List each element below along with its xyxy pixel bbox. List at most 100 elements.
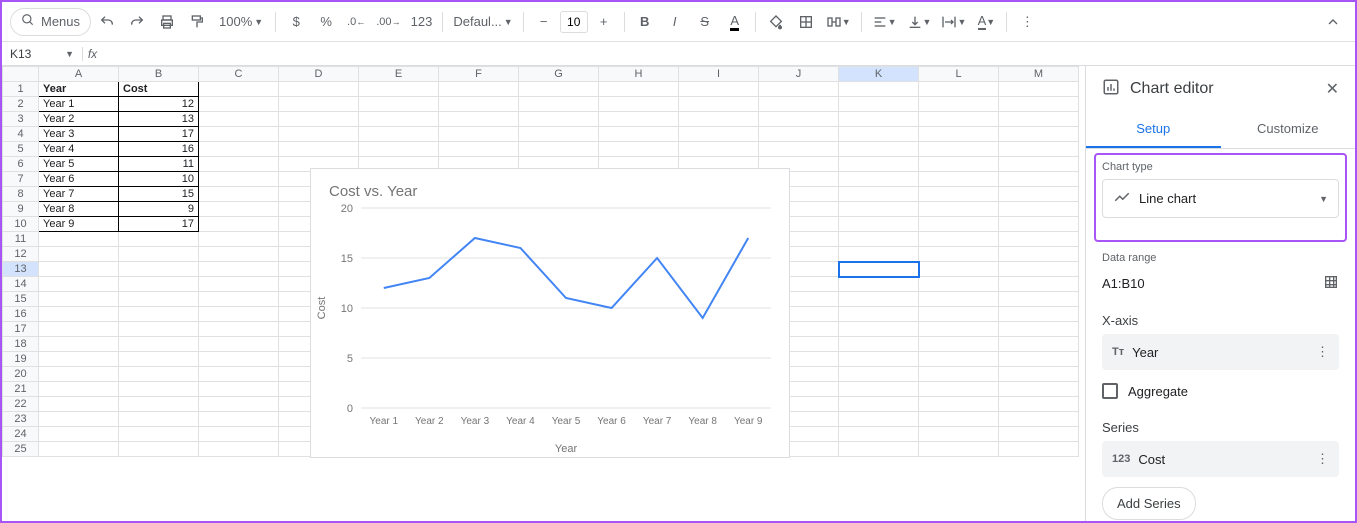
name-box[interactable]: K13▼ [2, 47, 82, 61]
menus-button[interactable]: Menus [10, 8, 91, 36]
col-header[interactable]: D [279, 67, 359, 82]
cell[interactable] [999, 412, 1079, 427]
cell[interactable] [919, 262, 999, 277]
cell[interactable] [919, 427, 999, 442]
cell[interactable] [199, 157, 279, 172]
cell[interactable] [199, 232, 279, 247]
more-formats-button[interactable]: 123 [407, 8, 437, 36]
cell[interactable] [839, 127, 919, 142]
text-color-button[interactable]: A [721, 8, 749, 36]
cell[interactable] [759, 112, 839, 127]
wrap-button[interactable]: ▼ [937, 8, 970, 36]
cell[interactable] [999, 397, 1079, 412]
cell[interactable] [839, 112, 919, 127]
cell[interactable] [39, 337, 119, 352]
aggregate-checkbox[interactable] [1102, 383, 1118, 399]
cell[interactable] [919, 157, 999, 172]
cell[interactable] [999, 127, 1079, 142]
cell[interactable]: 9 [119, 202, 199, 217]
col-header[interactable]: I [679, 67, 759, 82]
cell[interactable] [999, 187, 1079, 202]
percent-button[interactable]: % [312, 8, 340, 36]
row-header[interactable]: 15 [3, 292, 39, 307]
cell[interactable] [999, 307, 1079, 322]
row-header[interactable]: 4 [3, 127, 39, 142]
paint-format-button[interactable] [183, 8, 211, 36]
cell[interactable] [39, 397, 119, 412]
col-header[interactable]: A [39, 67, 119, 82]
cell[interactable] [839, 427, 919, 442]
cell[interactable] [359, 82, 439, 97]
cell[interactable] [839, 142, 919, 157]
row-header[interactable]: 2 [3, 97, 39, 112]
cell[interactable] [519, 112, 599, 127]
cell[interactable] [919, 172, 999, 187]
cell[interactable]: 17 [119, 127, 199, 142]
cell[interactable] [919, 232, 999, 247]
cell[interactable] [199, 292, 279, 307]
cell[interactable] [919, 217, 999, 232]
cell[interactable] [919, 247, 999, 262]
cell[interactable] [999, 262, 1079, 277]
cell[interactable] [519, 82, 599, 97]
cell[interactable] [919, 352, 999, 367]
cell[interactable] [119, 277, 199, 292]
cell[interactable] [119, 442, 199, 457]
col-header[interactable]: B [119, 67, 199, 82]
cell[interactable] [839, 187, 919, 202]
xaxis-more-icon[interactable]: ⋮ [1316, 344, 1329, 360]
select-range-button[interactable] [1323, 274, 1339, 293]
row-header[interactable]: 16 [3, 307, 39, 322]
cell[interactable] [599, 127, 679, 142]
cell[interactable]: 12 [119, 97, 199, 112]
col-header[interactable]: G [519, 67, 599, 82]
cell[interactable] [599, 142, 679, 157]
cell[interactable] [999, 202, 1079, 217]
cell[interactable] [679, 142, 759, 157]
cell[interactable] [999, 157, 1079, 172]
cell[interactable] [199, 217, 279, 232]
cell[interactable] [119, 232, 199, 247]
cell[interactable] [839, 442, 919, 457]
cell[interactable] [999, 352, 1079, 367]
redo-button[interactable] [123, 8, 151, 36]
cell[interactable] [839, 172, 919, 187]
cell[interactable] [999, 112, 1079, 127]
zoom-dropdown[interactable]: 100% ▼ [213, 8, 269, 36]
cell[interactable] [119, 322, 199, 337]
fill-color-button[interactable] [762, 8, 790, 36]
row-header[interactable]: 14 [3, 277, 39, 292]
cell[interactable] [39, 382, 119, 397]
cell[interactable] [999, 142, 1079, 157]
merge-button[interactable]: ▼ [822, 8, 855, 36]
cell[interactable] [439, 127, 519, 142]
cell[interactable] [679, 82, 759, 97]
decrease-font-button[interactable]: − [530, 8, 558, 36]
close-editor-button[interactable]: ✕ [1326, 79, 1339, 99]
cell[interactable] [999, 172, 1079, 187]
row-header[interactable]: 23 [3, 412, 39, 427]
cell[interactable] [999, 382, 1079, 397]
cell[interactable] [919, 97, 999, 112]
cell[interactable] [919, 397, 999, 412]
cell[interactable] [919, 367, 999, 382]
row-header[interactable]: 1 [3, 82, 39, 97]
italic-button[interactable]: I [661, 8, 689, 36]
cell[interactable] [679, 112, 759, 127]
cell[interactable] [599, 112, 679, 127]
embedded-chart[interactable]: Cost vs. Year 05101520Year 1Year 2Year 3… [310, 168, 790, 458]
cell[interactable] [39, 307, 119, 322]
decrease-decimal-button[interactable]: .0← [342, 8, 370, 36]
cell[interactable] [759, 97, 839, 112]
cell[interactable] [199, 112, 279, 127]
cell[interactable] [39, 322, 119, 337]
cell[interactable] [999, 82, 1079, 97]
font-size-input[interactable] [560, 11, 588, 33]
cell[interactable] [919, 412, 999, 427]
cell[interactable] [519, 142, 599, 157]
cell[interactable] [759, 82, 839, 97]
strike-button[interactable]: S [691, 8, 719, 36]
cell[interactable] [199, 262, 279, 277]
col-header[interactable]: H [599, 67, 679, 82]
cell[interactable] [119, 427, 199, 442]
